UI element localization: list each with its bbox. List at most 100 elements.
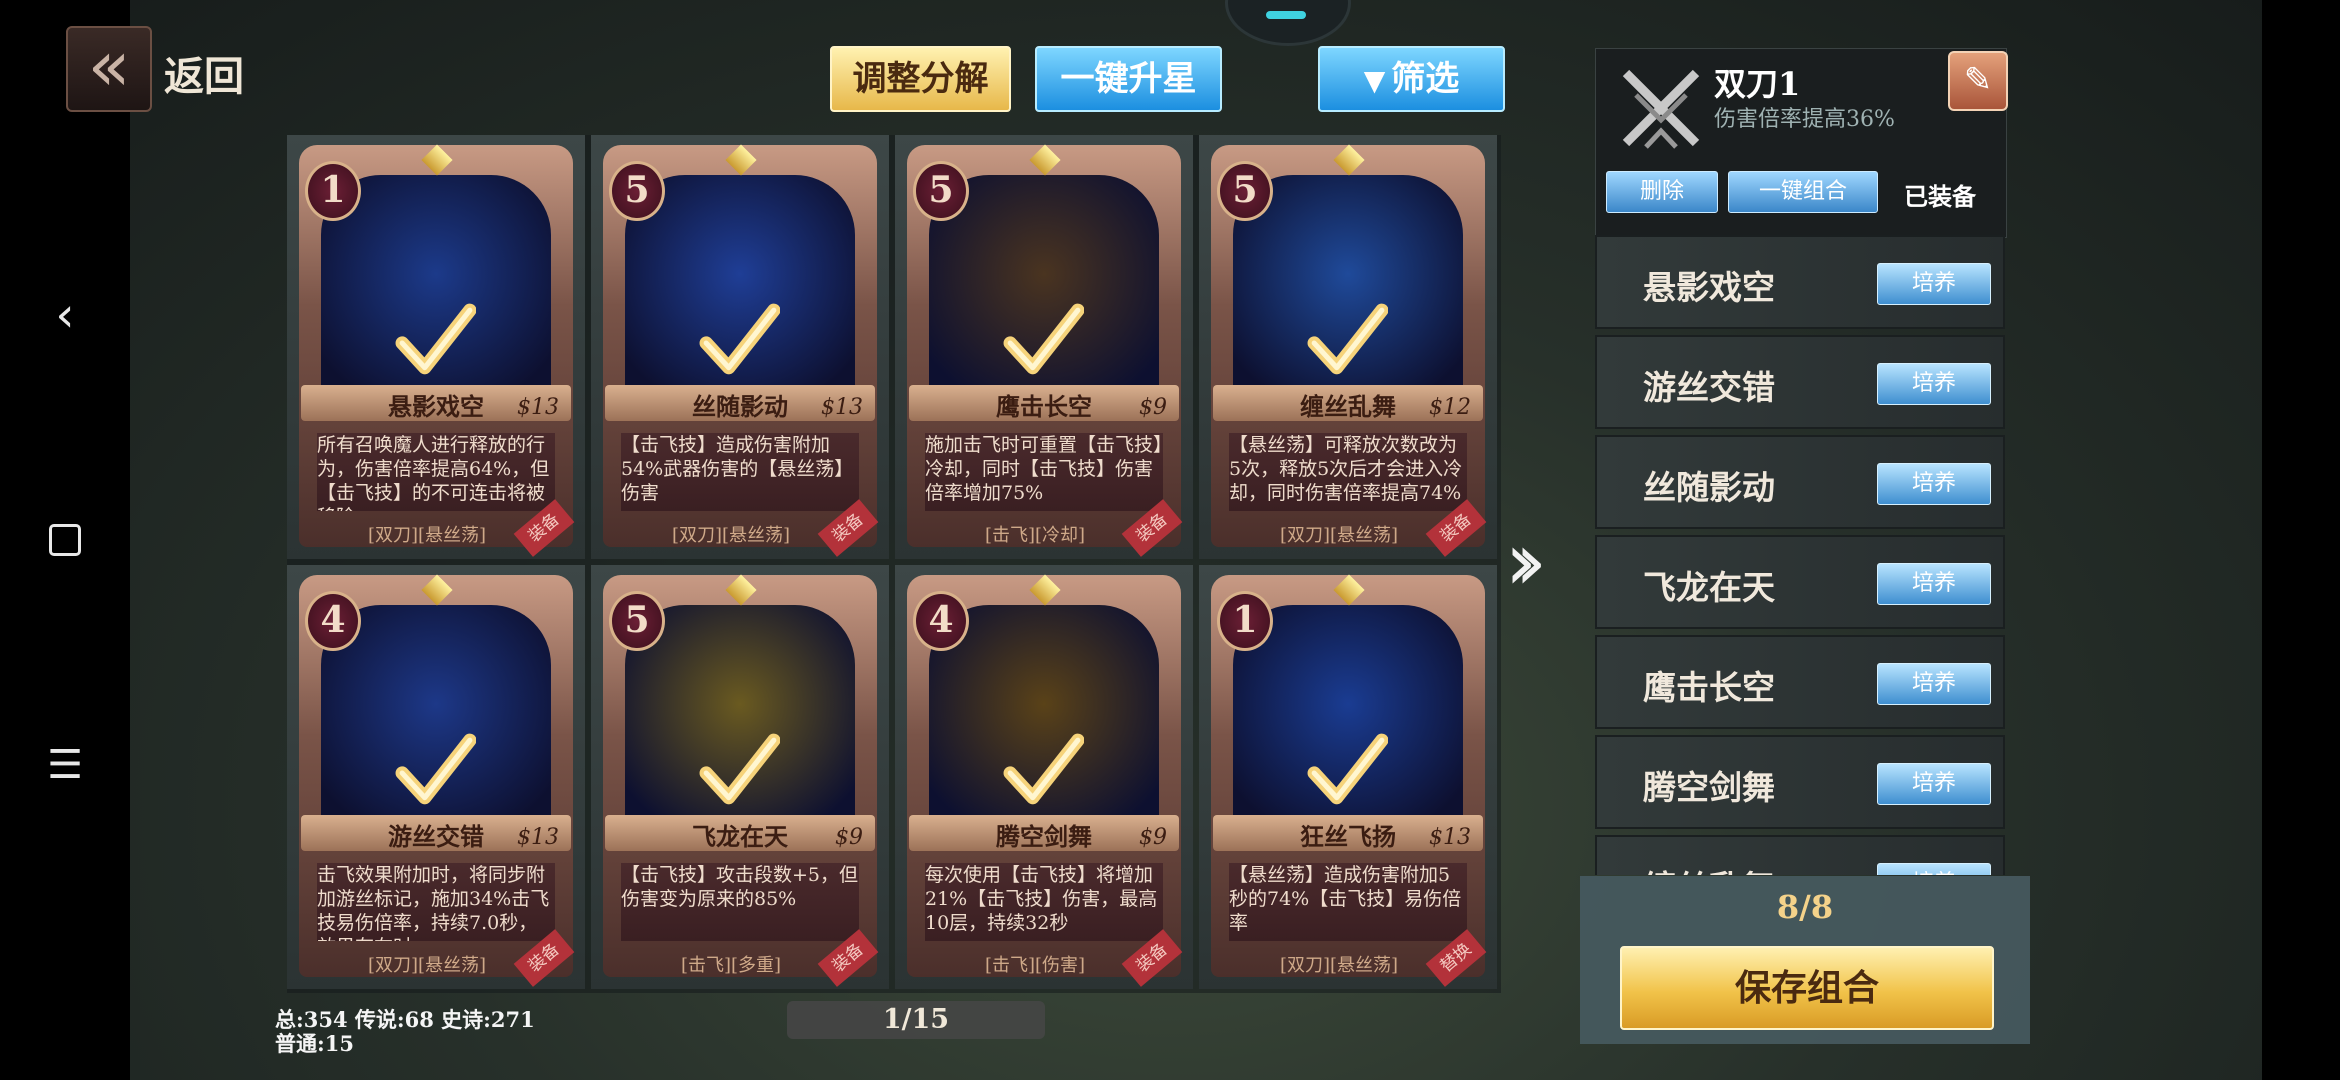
card-level: 1 bbox=[305, 161, 361, 221]
skill-list-name: 丝随影动 bbox=[1643, 468, 1775, 507]
totals-line-1: 总:354 传说:68 史诗:271 bbox=[275, 1007, 535, 1032]
train-button[interactable]: 培养 bbox=[1877, 663, 1991, 705]
skill-list-name: 悬影戏空 bbox=[1643, 268, 1775, 307]
skill-list-item[interactable]: 丝随影动 培养 bbox=[1595, 435, 2005, 529]
set-name: 双刀1 bbox=[1714, 65, 1801, 103]
train-button[interactable]: 培养 bbox=[1877, 363, 1991, 405]
filter-button[interactable]: ▼ 筛选 bbox=[1318, 46, 1505, 112]
card-cost: $13 bbox=[517, 395, 559, 420]
system-home-icon[interactable] bbox=[40, 515, 90, 565]
system-back-icon[interactable]: ‹ bbox=[40, 287, 90, 343]
gem-icon bbox=[725, 144, 757, 176]
card-level: 5 bbox=[609, 591, 665, 651]
back-label[interactable]: 返回 bbox=[164, 44, 244, 102]
card-frame: 5 缠丝乱舞 $12 【悬丝荡】可释放次数改为5次，释放5次后才会进入冷却，同时… bbox=[1211, 144, 1487, 557]
equipped-skill-list[interactable]: 悬影戏空 培养 游丝交错 培养 丝随影动 培养 飞龙在天 培养 鹰击长空 培养 … bbox=[1595, 235, 2005, 875]
checkmark-icon bbox=[1307, 733, 1388, 805]
card-cost: $12 bbox=[1429, 395, 1471, 420]
system-menu-icon[interactable]: ☰ bbox=[40, 740, 90, 790]
one-click-upgrade-button[interactable]: 一键升星 bbox=[1035, 46, 1222, 112]
card-description: 施加击飞时可重置【击飞技】冷却，同时【击飞技】伤害倍率增加75% bbox=[925, 433, 1163, 511]
skill-list-name: 腾空剑舞 bbox=[1643, 768, 1775, 807]
card-frame: 1 狂丝飞扬 $13 【悬丝荡】造成伤害附加5秒的74%【击飞技】易伤倍率 [双… bbox=[1211, 574, 1487, 987]
skill-card[interactable]: 5 飞龙在天 $9 【击飞技】攻击段数+5，但伤害变为原来的85% [击飞][多… bbox=[591, 565, 889, 989]
skill-list-name: 缠丝乱舞 bbox=[1643, 861, 1775, 875]
card-description: 每次使用【击飞技】将增加21%【击飞技】伤害，最高10层，持续32秒 bbox=[925, 863, 1163, 941]
skill-card[interactable]: 4 腾空剑舞 $9 每次使用【击飞技】将增加21%【击飞技】伤害，最高10层，持… bbox=[895, 565, 1193, 989]
checkmark-icon bbox=[1307, 303, 1388, 375]
delete-button[interactable]: 删除 bbox=[1606, 171, 1718, 213]
card-level: 5 bbox=[609, 161, 665, 221]
card-tags: [击飞][多重] bbox=[680, 955, 782, 976]
card-frame: 4 游丝交错 $13 击飞效果附加时，将同步附加游丝标记，施加34%击飞技易伤倍… bbox=[299, 574, 575, 987]
card-tags: [双刀][悬丝荡] bbox=[367, 955, 487, 976]
one-click-combine-button[interactable]: 一键组合 bbox=[1728, 171, 1878, 213]
train-button[interactable]: 培养 bbox=[1877, 563, 1991, 605]
double-chevron-left-icon: « bbox=[87, 25, 131, 107]
skill-list-name: 游丝交错 bbox=[1643, 368, 1775, 407]
card-frame: 5 丝随影动 $13 【击飞技】造成伤害附加54%武器伤害的【悬丝荡】伤害 [双… bbox=[603, 144, 879, 557]
skill-card[interactable]: 5 缠丝乱舞 $12 【悬丝荡】可释放次数改为5次，释放5次后才会进入冷却，同时… bbox=[1199, 135, 1497, 559]
card-description: 【击飞技】造成伤害附加54%武器伤害的【悬丝荡】伤害 bbox=[621, 433, 859, 511]
skill-card[interactable]: 1 狂丝飞扬 $13 【悬丝荡】造成伤害附加5秒的74%【击飞技】易伤倍率 [双… bbox=[1199, 565, 1497, 989]
adjust-decompose-button[interactable]: 调整分解 bbox=[830, 46, 1011, 112]
checkmark-icon bbox=[1003, 303, 1084, 375]
gem-icon bbox=[1029, 144, 1061, 176]
skill-list-name: 飞龙在天 bbox=[1643, 568, 1775, 607]
set-bonus: 伤害倍率提高36% bbox=[1714, 107, 1895, 132]
card-totals: 总:354 传说:68 史诗:271 普通:15 bbox=[275, 1008, 535, 1056]
card-description: 【击飞技】攻击段数+5，但伤害变为原来的85% bbox=[621, 863, 859, 941]
checkmark-icon bbox=[395, 733, 476, 805]
save-panel: 8/8 保存组合 bbox=[1580, 876, 2030, 1044]
skill-list-item[interactable]: 腾空剑舞 培养 bbox=[1595, 735, 2005, 829]
card-cost: $13 bbox=[821, 395, 863, 420]
skill-list-item[interactable]: 缠丝乱舞 培养 bbox=[1595, 835, 2005, 875]
skill-card[interactable]: 1 悬影戏空 $13 所有召唤魔人进行释放的行为，伤害倍率提高64%，但【击飞技… bbox=[287, 135, 585, 559]
triangle-down-icon: ▼ bbox=[1363, 64, 1386, 97]
card-description: 【悬丝荡】造成伤害附加5秒的74%【击飞技】易伤倍率 bbox=[1229, 863, 1467, 941]
card-tags: [双刀][悬丝荡] bbox=[367, 525, 487, 546]
gem-icon bbox=[421, 574, 453, 606]
train-button[interactable]: 培养 bbox=[1877, 263, 1991, 305]
gem-icon bbox=[1333, 144, 1365, 176]
train-button[interactable]: 培养 bbox=[1877, 763, 1991, 805]
save-combination-button[interactable]: 保存组合 bbox=[1620, 946, 1994, 1030]
pencil-icon: ✎ bbox=[1963, 60, 1993, 100]
card-cost: $9 bbox=[1139, 825, 1167, 850]
skill-list-item[interactable]: 鹰击长空 培养 bbox=[1595, 635, 2005, 729]
skill-card[interactable]: 5 丝随影动 $13 【击飞技】造成伤害附加54%武器伤害的【悬丝荡】伤害 [双… bbox=[591, 135, 889, 559]
card-tags: [击飞][冷却] bbox=[984, 525, 1086, 546]
gem-icon bbox=[1029, 574, 1061, 606]
skill-card[interactable]: 4 游丝交错 $13 击飞效果附加时，将同步附加游丝标记，施加34%击飞技易伤倍… bbox=[287, 565, 585, 989]
train-button[interactable]: 培养 bbox=[1877, 463, 1991, 505]
card-tags: [击飞][伤害] bbox=[984, 955, 1086, 976]
edit-set-button[interactable]: ✎ bbox=[1948, 51, 2008, 111]
card-tags: [双刀][悬丝荡] bbox=[1279, 955, 1399, 976]
system-nav-bar: ‹ ☰ bbox=[0, 0, 130, 1080]
crossed-blades-icon bbox=[1622, 69, 1700, 149]
card-tags: [双刀][悬丝荡] bbox=[1279, 525, 1399, 546]
card-level: 4 bbox=[913, 591, 969, 651]
back-button[interactable]: « bbox=[66, 26, 152, 112]
filter-label: 筛选 bbox=[1391, 59, 1460, 99]
card-description: 【悬丝荡】可释放次数改为5次，释放5次后才会进入冷却，同时伤害倍率提高74% bbox=[1229, 433, 1467, 511]
card-level: 1 bbox=[1217, 591, 1273, 651]
checkmark-icon bbox=[1003, 733, 1084, 805]
checkmark-icon bbox=[699, 733, 780, 805]
skill-list-item[interactable]: 游丝交错 培养 bbox=[1595, 335, 2005, 429]
double-chevron-right-icon[interactable]: ›› bbox=[1505, 515, 1547, 608]
train-button[interactable]: 培养 bbox=[1877, 863, 1991, 875]
skill-list-name: 鹰击长空 bbox=[1643, 668, 1775, 707]
checkmark-icon bbox=[395, 303, 476, 375]
equipped-label: 已装备 bbox=[1904, 182, 1976, 211]
skill-list-item[interactable]: 飞龙在天 培养 bbox=[1595, 535, 2005, 629]
skill-list-item[interactable]: 悬影戏空 培养 bbox=[1595, 235, 2005, 329]
card-level: 5 bbox=[1217, 161, 1273, 221]
card-description: 击飞效果附加时，将同步附加游丝标记，施加34%击飞技易伤倍率，持续7.0秒，效果… bbox=[317, 863, 555, 941]
card-cost: $9 bbox=[835, 825, 863, 850]
gem-icon bbox=[1333, 574, 1365, 606]
card-frame: 4 腾空剑舞 $9 每次使用【击飞技】将增加21%【击飞技】伤害，最高10层，持… bbox=[907, 574, 1183, 987]
skill-card[interactable]: 5 鹰击长空 $9 施加击飞时可重置【击飞技】冷却，同时【击飞技】伤害倍率增加7… bbox=[895, 135, 1193, 559]
card-level: 4 bbox=[305, 591, 361, 651]
gem-icon bbox=[421, 144, 453, 176]
